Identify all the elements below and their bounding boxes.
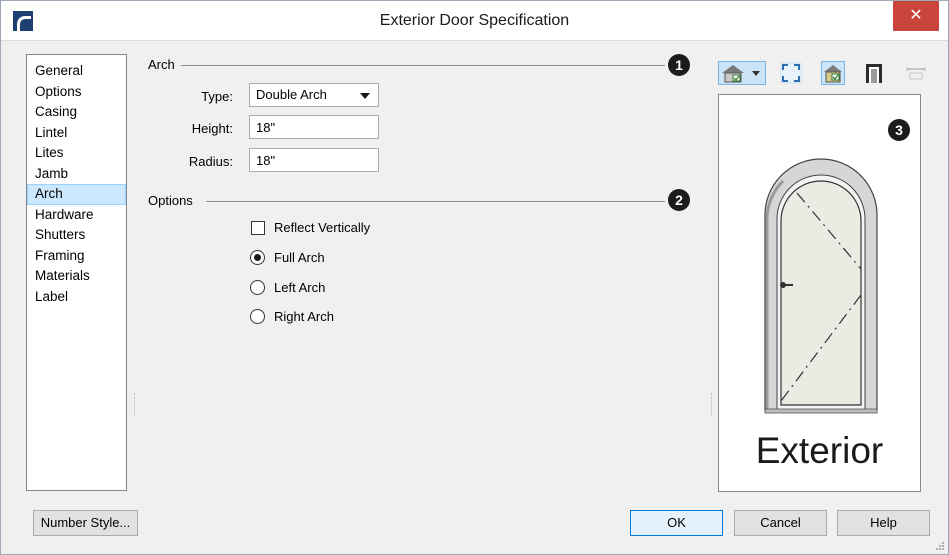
arch-type-select[interactable]: Double Arch <box>249 83 379 107</box>
nav-item-framing[interactable]: Framing <box>27 246 126 267</box>
nav-item-lintel[interactable]: Lintel <box>27 123 126 144</box>
arch-group-divider <box>181 65 665 66</box>
left-arch-label[interactable]: Left Arch <box>274 280 325 295</box>
house-view-dropdown-icon[interactable] <box>718 61 766 85</box>
resize-grip-icon[interactable] <box>935 541 945 551</box>
nav-item-shutters[interactable]: Shutters <box>27 225 126 246</box>
title-bar: Exterior Door Specification ✕ <box>1 1 948 41</box>
radius-label: Radius: <box>188 154 233 169</box>
category-list[interactable]: General Options Casing Lintel Lites Jamb… <box>26 54 127 491</box>
type-label: Type: <box>201 89 233 104</box>
options-group-label: Options <box>148 193 193 208</box>
right-arch-label[interactable]: Right Arch <box>274 309 334 324</box>
nav-item-casing[interactable]: Casing <box>27 102 126 123</box>
nav-item-options[interactable]: Options <box>27 82 126 103</box>
chevron-down-icon <box>360 93 370 99</box>
door-preview-pane[interactable]: 3 Exterior <box>718 94 921 492</box>
number-style-button[interactable]: Number Style... <box>33 510 138 536</box>
full-arch-label[interactable]: Full Arch <box>274 250 325 265</box>
door-frame-icon[interactable] <box>862 61 886 85</box>
reflect-vertically-checkbox[interactable] <box>251 221 265 235</box>
house-toggle-icon[interactable] <box>821 61 845 85</box>
dialog-window: Exterior Door Specification ✕ General Op… <box>0 0 949 555</box>
close-button[interactable]: ✕ <box>893 1 939 31</box>
help-button[interactable]: Help <box>837 510 930 536</box>
dimension-icon[interactable] <box>904 61 928 85</box>
nav-item-arch[interactable]: Arch <box>27 184 126 205</box>
nav-item-hardware[interactable]: Hardware <box>27 205 126 226</box>
left-arch-radio[interactable] <box>250 280 265 295</box>
nav-item-general[interactable]: General <box>27 61 126 82</box>
cancel-button[interactable]: Cancel <box>734 510 827 536</box>
radius-input[interactable] <box>249 148 379 172</box>
ok-button[interactable]: OK <box>630 510 723 536</box>
arch-type-value: Double Arch <box>256 87 327 102</box>
preview-caption: Exterior <box>755 430 884 471</box>
fit-view-icon[interactable] <box>779 61 803 85</box>
door-preview-drawing <box>764 158 878 414</box>
full-arch-radio[interactable] <box>250 250 265 265</box>
nav-item-lites[interactable]: Lites <box>27 143 126 164</box>
nav-item-label[interactable]: Label <box>27 287 126 308</box>
right-arch-radio[interactable] <box>250 309 265 324</box>
options-group-divider <box>206 201 665 202</box>
height-label: Height: <box>191 121 233 136</box>
callout-2: 2 <box>668 189 690 211</box>
reflect-vertically-label[interactable]: Reflect Vertically <box>274 220 370 235</box>
nav-item-materials[interactable]: Materials <box>27 266 126 287</box>
dialog-title: Exterior Door Specification <box>379 12 570 29</box>
height-input[interactable] <box>249 115 379 139</box>
splitter-left[interactable] <box>134 393 136 415</box>
splitter-right[interactable] <box>711 393 713 415</box>
callout-1: 1 <box>668 54 690 76</box>
nav-item-jamb[interactable]: Jamb <box>27 164 126 185</box>
arch-group-label: Arch <box>148 57 175 72</box>
